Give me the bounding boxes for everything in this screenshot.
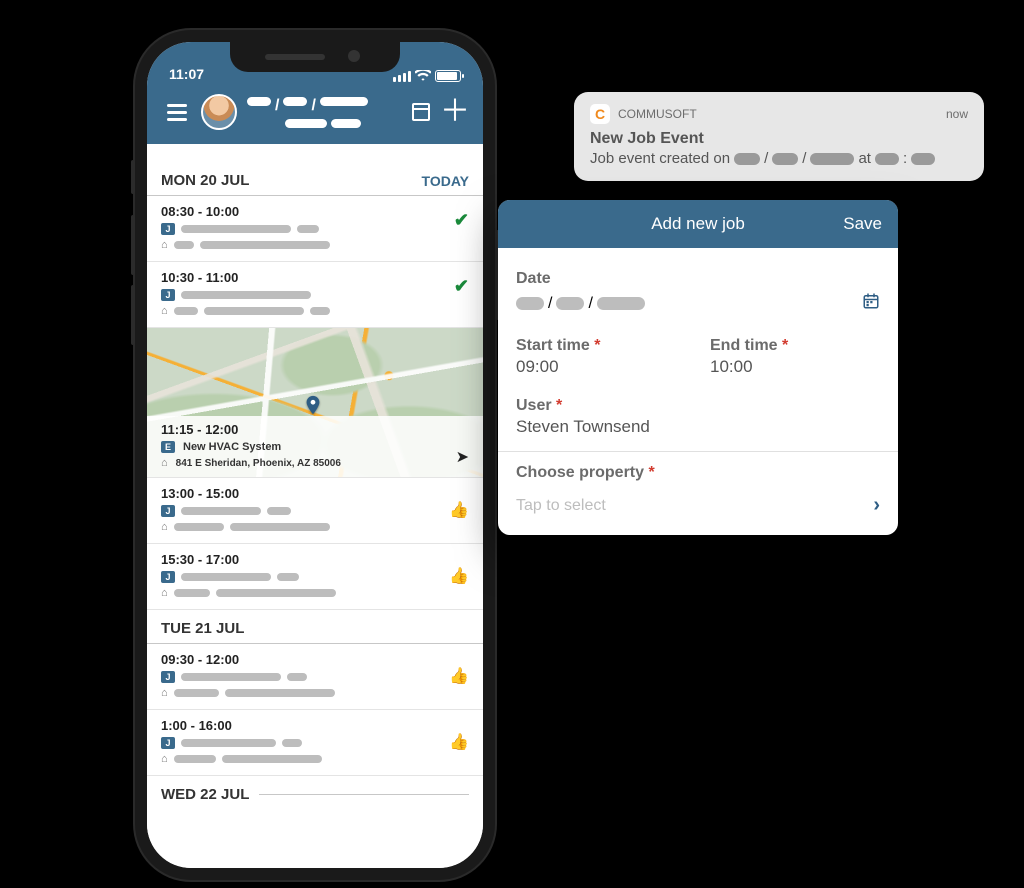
- day-label: WED 22 JUL: [161, 786, 249, 803]
- phone-notch: [230, 42, 400, 72]
- notification-card[interactable]: C COMMUSOFT now New Job Event Job event …: [574, 92, 984, 181]
- divider: [259, 794, 469, 795]
- location-arrow-icon: ➤: [456, 447, 469, 467]
- choose-property-field[interactable]: Tap to select ›: [516, 482, 880, 535]
- thumbs-up-icon: 👍: [449, 666, 469, 686]
- menu-icon[interactable]: [163, 100, 191, 125]
- day-label: MON 20 JUL: [161, 172, 249, 189]
- event-time: 1:00 - 16:00: [161, 718, 469, 733]
- property-label: Choose property: [516, 464, 644, 481]
- map-preview[interactable]: 11:15 - 12:00 E New HVAC System ⌂ 841 E Sh…: [147, 328, 483, 478]
- event-time: 13:00 - 15:00: [161, 486, 469, 501]
- event-row[interactable]: 11:15 - 12:00 E New HVAC System ⌂ 841 E Sh…: [147, 416, 483, 477]
- job-tag-icon: J: [161, 505, 175, 517]
- save-button[interactable]: Save: [843, 214, 882, 234]
- panel-title: Add new job: [651, 214, 745, 234]
- add-button[interactable]: ＋: [443, 100, 467, 124]
- colon: :: [903, 150, 907, 167]
- plus-icon: ＋: [440, 102, 470, 122]
- job-tag-icon: J: [161, 737, 175, 749]
- slash: /: [802, 150, 806, 167]
- event-time: 10:30 - 11:00: [161, 270, 469, 285]
- slash: /: [311, 97, 315, 115]
- estimate-tag-icon: E: [161, 441, 175, 453]
- end-time-label: End time: [710, 337, 778, 354]
- property-placeholder: Tap to select: [516, 497, 606, 515]
- day-header: MON 20 JUL TODAY: [147, 162, 483, 196]
- home-icon: ⌂: [161, 239, 168, 251]
- event-time: 15:30 - 17:00: [161, 552, 469, 567]
- user-value[interactable]: Steven Townsend: [516, 417, 880, 437]
- phone-volume-down: [131, 285, 135, 345]
- calendar-button[interactable]: [409, 100, 433, 124]
- day-header: WED 22 JUL: [147, 776, 483, 809]
- battery-icon: [435, 70, 461, 82]
- day-label: TUE 21 JUL: [161, 620, 244, 637]
- home-icon: ⌂: [161, 687, 168, 699]
- thumbs-up-icon: 👍: [449, 566, 469, 586]
- user-label: User: [516, 397, 552, 414]
- status-clock: 11:07: [169, 66, 204, 82]
- home-icon: ⌂: [161, 457, 168, 469]
- start-time-label: Start time: [516, 337, 590, 354]
- notification-body-text: Job event created on: [590, 150, 730, 167]
- slash: /: [764, 150, 768, 167]
- event-time: 08:30 - 10:00: [161, 204, 469, 219]
- event-address: 841 E Sheridan, Phoenix, AZ 85006: [176, 458, 341, 469]
- check-icon: ✔: [454, 276, 469, 297]
- date-label: Date: [516, 270, 880, 288]
- check-icon: ✔: [454, 210, 469, 231]
- job-tag-icon: J: [161, 223, 175, 235]
- end-time-value[interactable]: 10:00: [710, 357, 880, 377]
- home-icon: ⌂: [161, 587, 168, 599]
- day-header: TUE 21 JUL: [147, 610, 483, 644]
- schedule-list[interactable]: MON 20 JUL TODAY 08:30 - 10:00 J ⌂ ✔ 10:…: [147, 162, 483, 868]
- start-time-value[interactable]: 09:00: [516, 357, 686, 377]
- date-placeholder[interactable]: //: [516, 295, 645, 313]
- notification-body: Job event created on / / at :: [590, 150, 968, 167]
- header-date-display: //: [247, 97, 399, 128]
- home-icon: ⌂: [161, 305, 168, 317]
- job-tag-icon: J: [161, 671, 175, 683]
- cellular-icon: [393, 71, 411, 82]
- event-row[interactable]: 1:00 - 16:00 J ⌂ 👍: [147, 710, 483, 776]
- calendar-icon: [412, 103, 430, 121]
- notification-time: now: [946, 107, 968, 121]
- event-time: 11:15 - 12:00: [161, 422, 469, 437]
- phone-mute-switch: [131, 160, 135, 194]
- notification-title: New Job Event: [590, 130, 968, 148]
- map-pin-icon: [302, 394, 324, 416]
- divider: [498, 451, 898, 452]
- app-header: // ＋: [147, 86, 483, 144]
- calendar-icon[interactable]: [862, 292, 880, 315]
- today-link[interactable]: TODAY: [422, 173, 469, 189]
- thumbs-up-icon: 👍: [449, 500, 469, 520]
- notification-app-name: COMMUSOFT: [618, 107, 697, 121]
- event-row[interactable]: 10:30 - 11:00 J ⌂ ✔: [147, 262, 483, 328]
- phone-device: 11:07 // ＋ MON 20 JUL TODAY: [135, 30, 495, 880]
- event-title: New HVAC System: [183, 441, 281, 453]
- job-tag-icon: J: [161, 289, 175, 301]
- thumbs-up-icon: 👍: [449, 732, 469, 752]
- event-row[interactable]: 09:30 - 12:00 J ⌂ 👍: [147, 644, 483, 710]
- app-icon: C: [590, 104, 610, 124]
- event-row[interactable]: 13:00 - 15:00 J ⌂ 👍: [147, 478, 483, 544]
- job-tag-icon: J: [161, 571, 175, 583]
- phone-volume-up: [131, 215, 135, 275]
- home-icon: ⌂: [161, 521, 168, 533]
- status-right: [393, 70, 461, 82]
- phone-screen: 11:07 // ＋ MON 20 JUL TODAY: [147, 42, 483, 868]
- event-time: 09:30 - 12:00: [161, 652, 469, 667]
- panel-header: Add new job Save: [498, 200, 898, 248]
- notification-body-at: at: [858, 150, 871, 167]
- avatar[interactable]: [201, 94, 237, 130]
- slash: /: [275, 97, 279, 115]
- event-row[interactable]: 15:30 - 17:00 J ⌂ 👍: [147, 544, 483, 610]
- wifi-icon: [415, 70, 431, 82]
- home-icon: ⌂: [161, 753, 168, 765]
- event-row[interactable]: 08:30 - 10:00 J ⌂ ✔: [147, 196, 483, 262]
- add-job-panel: Add new job Save Date // Start time * 09…: [498, 200, 898, 535]
- chevron-right-icon: ›: [873, 494, 880, 517]
